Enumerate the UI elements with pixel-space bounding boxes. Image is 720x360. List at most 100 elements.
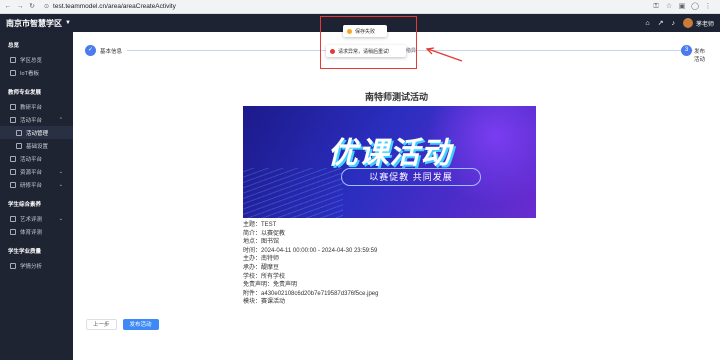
info-row: 主题： TEST (243, 221, 378, 230)
prev-button[interactable]: 上一步 (86, 319, 117, 330)
main-content: ✓ 基本信息 3 发布活动 南特师测试活动 优课活动 以赛促教 共同发展 主题：… (73, 32, 720, 360)
resource-icon (10, 168, 16, 175)
bell-icon[interactable]: ♪ (671, 20, 675, 27)
info-row: 主办： 南特师 (243, 255, 378, 264)
sidebar-section-title: 学生综合素养 (8, 202, 42, 208)
sidebar-item-art[interactable]: 艺术评测 ⌄ (0, 212, 73, 225)
chevron-up-icon: ⌃ (58, 116, 63, 123)
info-row: 免责声明： 免责声明 (243, 281, 378, 290)
info-key: 主题： (243, 222, 262, 228)
settings-icon (16, 142, 22, 149)
chevron-down-icon: ▼ (65, 20, 71, 26)
research-icon (10, 103, 16, 110)
school-switcher[interactable]: 南京市智慧学区 ▼ (6, 18, 71, 29)
info-key: 学校： (243, 273, 262, 280)
menu-icon[interactable]: ⋮ (704, 2, 712, 12)
activity-title: 南特师测试活动 (364, 92, 428, 102)
action-buttons: 上一步 发布活动 (86, 319, 159, 330)
info-key: 附件： (243, 290, 262, 297)
dashboard-icon (10, 69, 16, 76)
sidebar-item-label: 体育评测 (20, 229, 43, 236)
banner-subtitle: 以赛促教 共同发展 (341, 168, 481, 186)
sidebar-item-label: 资源平台 (20, 169, 43, 176)
home-icon[interactable]: ⌂ (645, 20, 649, 27)
sidebar-item-activity-2[interactable]: 活动平台 (0, 152, 73, 165)
info-row: 时间： 2024-04-11 00:00:00 - 2024-04-30 23:5… (243, 247, 378, 256)
info-value: 南特师 (261, 256, 280, 263)
chevron-down-icon: ⌄ (58, 168, 63, 175)
sidebar-item-resources[interactable]: 资源平台 ⌄ (0, 165, 73, 178)
info-key: 地点： (243, 239, 262, 246)
sidebar-item-label: 研修平台 (20, 182, 43, 189)
sidebar-section-title: 教师专业发展 (8, 90, 42, 96)
extensions-icon[interactable]: ▣ (678, 2, 686, 12)
activity-info: 主题： TEST 简介： 以赛促教 地点： 图书馆 时间： 2024-04-11 00:… (243, 221, 378, 307)
step-1-label: 基本信息 (100, 49, 123, 55)
sidebar-item-label: 学情分析 (20, 263, 43, 270)
info-key: 承办： (243, 264, 262, 271)
sidebar-item-label: 活动平台 (20, 156, 43, 163)
star-icon[interactable]: ☆ (665, 2, 673, 12)
sidebar-item-district-overview[interactable]: 学区总览 (0, 53, 73, 66)
sidebar-item-basic-settings[interactable]: 基础设置 (0, 139, 73, 152)
sidebar-item-sports[interactable]: 体育评测 (0, 225, 73, 238)
sidebar-item-label: 活动平台 (20, 117, 43, 124)
info-value: 以赛促教 (261, 230, 286, 237)
info-value: 免责声明 (273, 282, 298, 289)
browser-toolbar: ← → ↻ ⊙ test.teammodel.cn/area/areaCreat… (0, 0, 720, 14)
sidebar-item-label: IoT看板 (20, 70, 39, 77)
activity-icon (10, 155, 16, 162)
info-row: 附件： a430e02108c6d20b7e719587d376f5ce.jpeg (243, 290, 378, 299)
sidebar-item-analysis[interactable]: 学情分析 (0, 259, 73, 272)
user-menu[interactable]: 茅老师 (682, 18, 714, 28)
annotation-box (320, 16, 417, 69)
sidebar: 总览 学区总览 IoT看板 教师专业发展 教研平台 活动平台 ⌃ 活动管理 基础设… (0, 32, 73, 360)
chevron-down-icon: ⌄ (58, 215, 63, 222)
external-link-icon[interactable]: ↗ (658, 19, 664, 27)
info-value: 赛课活动 (261, 299, 286, 306)
info-key: 模块： (243, 299, 262, 306)
sidebar-section-title: 总览 (8, 43, 20, 49)
sidebar-item-label: 活动管理 (26, 130, 49, 137)
sidebar-item-label: 艺术评测 (20, 216, 43, 223)
info-row: 学校： 所有学校 (243, 273, 378, 282)
reload-icon[interactable]: ↻ (28, 2, 36, 12)
info-row: 简介： 以赛促教 (243, 230, 378, 239)
url-text: test.teammodel.cn/area/areaCreateActivit… (53, 3, 176, 10)
avatar (682, 18, 693, 28)
banner-title: 优课活动 (327, 137, 452, 170)
manage-icon (16, 129, 22, 136)
sidebar-item-label: 教研平台 (20, 104, 43, 111)
school-name: 南京市智慧学区 (6, 18, 62, 28)
sidebar-item-activity-manage[interactable]: 活动管理 (0, 126, 73, 139)
user-name: 茅老师 (695, 21, 714, 28)
info-value: 2024-04-11 00:00:00 - 2024-04-30 23:59:5… (261, 247, 378, 254)
publish-button[interactable]: 发布活动 (122, 319, 159, 330)
back-icon[interactable]: ← (4, 2, 12, 12)
activity-banner: 优课活动 以赛促教 共同发展 (243, 106, 536, 218)
key-icon[interactable]: ⚿ (652, 2, 660, 12)
sidebar-item-training[interactable]: 研修平台 ⌄ (0, 178, 73, 191)
info-value: 所有学校 (261, 273, 286, 280)
info-key: 免责声明： (243, 282, 274, 289)
sidebar-item-label: 学区总览 (20, 57, 43, 64)
sports-icon (10, 228, 16, 235)
sidebar-item-label: 基础设置 (26, 143, 49, 150)
banner-stripes (243, 168, 343, 218)
attachment-link[interactable]: a430e02108c6d20b7e719587d376f5ce.jpeg (261, 290, 378, 299)
activity-icon (10, 116, 16, 123)
sidebar-item-iot[interactable]: IoT看板 (0, 66, 73, 79)
forward-icon[interactable]: → (16, 2, 24, 12)
sidebar-item-activity[interactable]: 活动平台 ⌃ (0, 113, 73, 126)
info-row: 模块： 赛课活动 (243, 298, 378, 307)
art-icon (10, 215, 16, 222)
profile-icon[interactable]: ◯ (691, 2, 699, 12)
site-info-icon[interactable]: ⊙ (44, 3, 49, 10)
address-bar[interactable]: ⊙ test.teammodel.cn/area/areaCreateActiv… (44, 3, 652, 10)
chevron-down-icon: ⌄ (58, 181, 63, 188)
info-row: 地点： 图书馆 (243, 238, 378, 247)
sidebar-item-research[interactable]: 教研平台 (0, 100, 73, 113)
info-key: 简介： (243, 230, 262, 237)
overview-icon (10, 56, 16, 63)
annotation-arrow-icon (425, 47, 463, 62)
